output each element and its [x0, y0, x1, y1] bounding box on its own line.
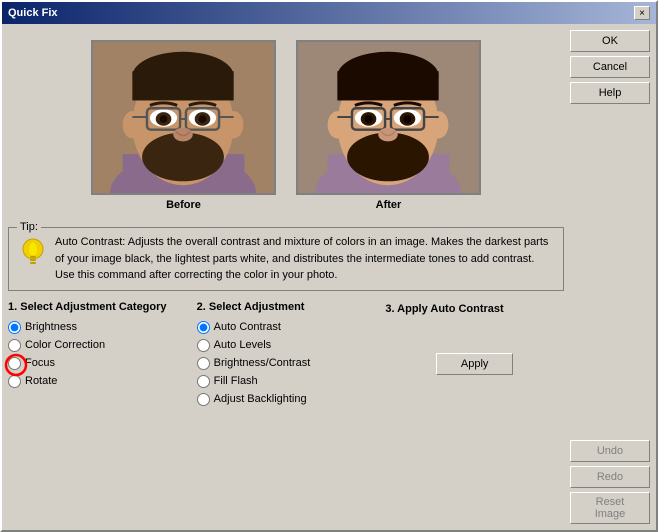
apply-button[interactable]: Apply	[436, 353, 514, 375]
section3-title: 3. Apply Auto Contrast	[385, 303, 503, 315]
section2-title: 2. Select Adjustment	[197, 301, 376, 313]
quick-fix-window: Quick Fix ×	[0, 0, 658, 532]
content-area: Before	[2, 24, 656, 530]
cancel-button[interactable]: Cancel	[570, 56, 650, 78]
rotate-radio[interactable]	[8, 375, 21, 388]
bottom-buttons: Undo Redo Reset Image	[570, 440, 650, 524]
redo-button[interactable]: Redo	[570, 466, 650, 488]
after-label: After	[376, 199, 402, 211]
section1-option-brightness[interactable]: Brightness	[8, 321, 187, 334]
tip-icon	[19, 236, 47, 264]
section2-option-auto-contrast[interactable]: Auto Contrast	[197, 321, 376, 334]
before-image	[91, 40, 276, 195]
window-title: Quick Fix	[8, 7, 58, 19]
title-bar: Quick Fix ×	[2, 2, 656, 24]
auto-contrast-label: Auto Contrast	[214, 321, 281, 333]
main-panel: Before	[8, 30, 564, 524]
after-image	[296, 40, 481, 195]
auto-contrast-radio[interactable]	[197, 321, 210, 334]
apply-btn-container: Apply	[385, 353, 564, 375]
fill-flash-label: Fill Flash	[214, 375, 258, 387]
section1-option-color-correction[interactable]: Color Correction	[8, 339, 187, 352]
right-panel-layout: OK Cancel Help Undo Redo Reset Image	[570, 30, 650, 524]
adjustments-area: 1. Select Adjustment Category Brightness…	[8, 297, 564, 410]
section2-option-auto-levels[interactable]: Auto Levels	[197, 339, 376, 352]
adjust-backlighting-radio[interactable]	[197, 393, 210, 406]
top-buttons: OK Cancel Help	[570, 30, 650, 104]
close-button[interactable]: ×	[634, 6, 650, 20]
right-buttons-panel: OK Cancel Help Undo Redo Reset Image	[570, 30, 650, 524]
before-preview: Before	[91, 40, 276, 211]
before-label: Before	[166, 199, 201, 211]
section1-option-focus[interactable]: Focus	[8, 357, 187, 370]
auto-levels-label: Auto Levels	[214, 339, 271, 351]
section1-title: 1. Select Adjustment Category	[8, 301, 187, 313]
preview-area: Before	[8, 30, 564, 221]
section1: 1. Select Adjustment Category Brightness…	[8, 301, 187, 388]
section2-option-brightness-contrast[interactable]: Brightness/Contrast	[197, 357, 376, 370]
section2-option-adjust-backlighting[interactable]: Adjust Backlighting	[197, 393, 376, 406]
adjust-backlighting-label: Adjust Backlighting	[214, 393, 307, 405]
rotate-label: Rotate	[25, 375, 57, 387]
color-correction-radio[interactable]	[8, 339, 21, 352]
ok-button[interactable]: OK	[570, 30, 650, 52]
tip-label: Tip:	[17, 221, 41, 233]
brightness-contrast-radio[interactable]	[197, 357, 210, 370]
brightness-contrast-label: Brightness/Contrast	[214, 357, 311, 369]
tip-box: Tip: Auto Contrast: Adjusts the overall …	[8, 227, 564, 291]
auto-levels-radio[interactable]	[197, 339, 210, 352]
help-button[interactable]: Help	[570, 82, 650, 104]
fill-flash-radio[interactable]	[197, 375, 210, 388]
tip-text: Auto Contrast: Adjusts the overall contr…	[55, 234, 553, 284]
section1-option-rotate[interactable]: Rotate	[8, 375, 187, 388]
focus-radio[interactable]	[8, 357, 21, 370]
reset-image-button[interactable]: Reset Image	[570, 492, 650, 524]
section2-radio-group: Auto Contrast Auto Levels Brightness/Con…	[197, 321, 376, 406]
focus-label: Focus	[25, 357, 55, 369]
brightness-label: Brightness	[25, 321, 77, 333]
after-preview: After	[296, 40, 481, 211]
color-correction-label: Color Correction	[25, 339, 105, 351]
brightness-radio[interactable]	[8, 321, 21, 334]
undo-button[interactable]: Undo	[570, 440, 650, 462]
section1-radio-group: Brightness Color Correction	[8, 321, 187, 388]
section3: 3. Apply Auto Contrast Apply	[385, 301, 564, 375]
section2: 2. Select Adjustment Auto Contrast Auto …	[197, 301, 376, 406]
section2-option-fill-flash[interactable]: Fill Flash	[197, 375, 376, 388]
